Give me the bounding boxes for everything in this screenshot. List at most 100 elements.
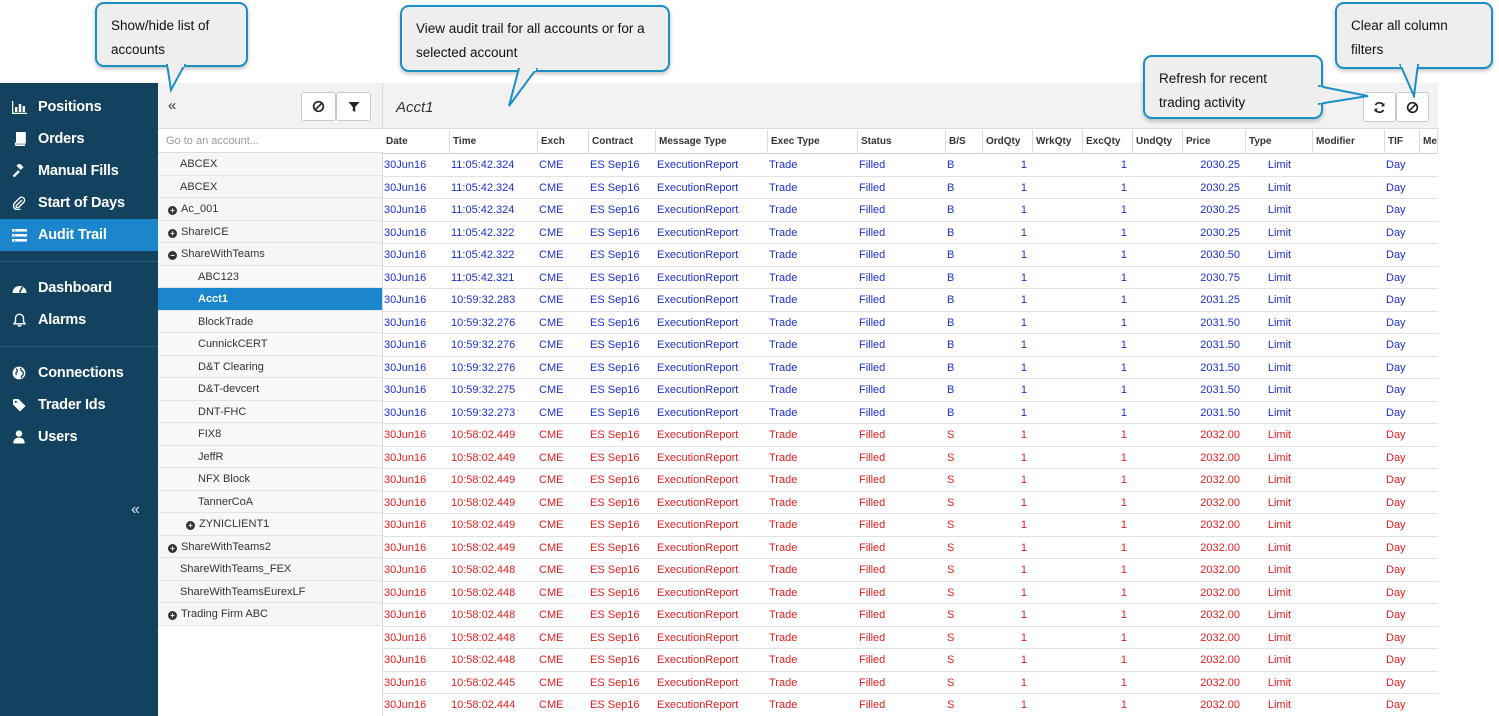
table-row[interactable]: 30Jun16 11:05:42.322 CME ES Sep16 ExecutionR… [383, 222, 1438, 244]
account-list-item[interactable]: + Ac_001 [158, 198, 382, 221]
account-list-toggle-button[interactable]: « [168, 97, 176, 114]
account-list-item[interactable]: ShareWithTeamsEurexLF [158, 580, 382, 603]
table-row[interactable]: 30Jun16 10:59:32.273 CME ES Sep16 ExecutionR… [383, 402, 1438, 424]
column-header[interactable]: Me [1420, 130, 1438, 154]
account-list-item[interactable]: + ZYNICLIENT1 [158, 513, 382, 536]
column-header[interactable]: WrkQty [1033, 130, 1083, 154]
account-list-item[interactable]: NFX Block [158, 468, 382, 491]
table-cell: B [947, 406, 955, 419]
column-header[interactable]: Message Type [656, 130, 768, 154]
table-row[interactable]: 30Jun16 10:58:02.445 CME ES Sep16 ExecutionR… [383, 672, 1438, 695]
column-header[interactable]: Price [1183, 130, 1246, 154]
sidebar-item-dashboard[interactable]: Dashboard [0, 272, 158, 304]
table-cell: 1 [1020, 226, 1027, 239]
column-header[interactable]: UndQty [1133, 130, 1183, 154]
table-row[interactable]: 30Jun16 10:58:02.448 CME ES Sep16 ExecutionR… [383, 627, 1438, 649]
account-filter-button[interactable] [336, 92, 371, 121]
collapse-icon[interactable]: − [168, 251, 177, 260]
column-header[interactable]: Exch [538, 130, 589, 154]
table-row[interactable]: 30Jun16 10:58:02.448 CME ES Sep16 ExecutionR… [383, 559, 1438, 582]
table-row[interactable]: 30Jun16 11:05:42.322 CME ES Sep16 ExecutionR… [383, 244, 1438, 267]
account-list-item[interactable]: D&T-devcert [158, 378, 382, 401]
sidebar-item-users[interactable]: Users [0, 421, 158, 453]
column-header[interactable]: Date [383, 130, 450, 154]
sidebar-item-audit-trail[interactable]: Audit Trail [0, 219, 158, 251]
column-header[interactable]: Type [1246, 130, 1313, 154]
table-cell: 2032.00 [1200, 586, 1240, 599]
table-row[interactable]: 30Jun16 10:58:02.449 CME ES Sep16 ExecutionR… [383, 424, 1438, 447]
expand-icon[interactable]: + [168, 611, 177, 620]
table-row[interactable]: 30Jun16 10:58:02.449 CME ES Sep16 ExecutionR… [383, 514, 1438, 537]
column-header[interactable]: B/S [946, 130, 983, 154]
table-cell: CME [539, 654, 564, 666]
column-header[interactable]: ExcQty [1083, 130, 1133, 154]
account-list-item[interactable]: ABCEX [158, 175, 382, 198]
table-row[interactable]: 30Jun16 10:58:02.448 CME ES Sep16 ExecutionR… [383, 582, 1438, 604]
expand-icon[interactable]: + [168, 206, 177, 215]
table-row[interactable]: 30Jun16 10:58:02.448 CME ES Sep16 ExecutionR… [383, 649, 1438, 672]
account-label: Ac_001 [181, 203, 219, 215]
table-row[interactable]: 30Jun16 10:59:32.276 CME ES Sep16 ExecutionR… [383, 357, 1438, 379]
column-header[interactable]: OrdQty [983, 130, 1033, 154]
table-cell: 30Jun16 [384, 609, 427, 621]
expand-icon[interactable]: + [186, 521, 195, 530]
sidebar-collapse-button[interactable]: « [131, 501, 140, 519]
account-list-item[interactable]: JeffR [158, 445, 382, 468]
table-row[interactable]: 30Jun16 11:05:42.324 CME ES Sep16 ExecutionR… [383, 177, 1438, 199]
sidebar-item-start-of-days[interactable]: Start of Days [0, 187, 158, 219]
account-list-item[interactable]: + ShareWithTeams2 [158, 535, 382, 558]
sidebar-item-alarms[interactable]: Alarms [0, 304, 158, 336]
sidebar-item-connections[interactable]: Connections [0, 357, 158, 389]
account-search-input[interactable] [158, 129, 383, 153]
sidebar-item-orders[interactable]: Orders [0, 123, 158, 155]
table-row[interactable]: 30Jun16 10:58:02.449 CME ES Sep16 ExecutionR… [383, 492, 1438, 514]
table-row[interactable]: 30Jun16 10:58:02.449 CME ES Sep16 ExecutionR… [383, 447, 1438, 469]
table-cell: 10:58:02.449 [451, 496, 516, 509]
account-list-item[interactable]: Acct1 [158, 288, 382, 311]
expand-icon[interactable]: + [168, 228, 177, 238]
table-row[interactable]: 30Jun16 10:59:32.276 CME ES Sep16 ExecutionR… [383, 312, 1438, 334]
expand-icon[interactable]: + [168, 543, 177, 553]
column-header[interactable]: TIF [1385, 130, 1420, 154]
table-row[interactable]: 30Jun16 11:05:42.321 CME ES Sep16 ExecutionR… [383, 267, 1438, 289]
table-cell: Day [1386, 631, 1406, 644]
account-list-item[interactable]: + Trading Firm ABC [158, 603, 382, 626]
table-row[interactable]: 30Jun16 11:05:42.324 CME ES Sep16 ExecutionR… [383, 199, 1438, 222]
table-cell: 10:58:02.449 [451, 474, 516, 486]
table-row[interactable]: 30Jun16 10:59:32.276 CME ES Sep16 ExecutionR… [383, 334, 1438, 357]
clear-account-filter-button[interactable] [301, 92, 336, 121]
table-cell [1133, 672, 1183, 695]
sidebar-item-manual-fills[interactable]: Manual Fills [0, 155, 158, 187]
table-row[interactable]: 30Jun16 11:05:42.324 CME ES Sep16 ExecutionR… [383, 154, 1438, 177]
account-list-item[interactable]: + ShareICE [158, 220, 382, 243]
sidebar-item-trader-ids[interactable]: Trader Ids [0, 389, 158, 421]
column-header[interactable]: Time [450, 130, 538, 154]
table-row[interactable]: 30Jun16 10:59:32.275 CME ES Sep16 ExecutionR… [383, 379, 1438, 402]
table-row[interactable]: 30Jun16 10:59:32.283 CME ES Sep16 ExecutionR… [383, 289, 1438, 312]
table-row[interactable]: 30Jun16 10:58:02.448 CME ES Sep16 ExecutionR… [383, 604, 1438, 627]
account-list-item[interactable]: ShareWithTeams_FEX [158, 558, 382, 581]
table-cell: 10:58:02.448 [451, 609, 516, 621]
table-row[interactable]: 30Jun16 10:58:02.449 CME ES Sep16 ExecutionR… [383, 537, 1438, 559]
column-header[interactable]: Exec Type [768, 130, 858, 154]
audit-trail-screen: Positions Orders Manual Fills Start of Days… [0, 0, 1499, 716]
column-header[interactable]: Contract [589, 130, 656, 154]
column-header[interactable]: Status [858, 130, 946, 154]
account-list-item[interactable]: − ShareWithTeams [158, 243, 382, 266]
account-list-item[interactable]: ABC123 [158, 265, 382, 288]
table-row[interactable]: 30Jun16 10:58:02.449 CME ES Sep16 ExecutionR… [383, 469, 1438, 492]
account-list-item[interactable]: ABCEX [158, 153, 382, 176]
account-label: ABC123 [198, 270, 239, 283]
sidebar-item-positions[interactable]: Positions [0, 91, 158, 123]
account-list-item[interactable]: TannerCoA [158, 490, 382, 513]
table-cell: Trade [769, 429, 798, 441]
table-cell: Filled [859, 384, 886, 396]
account-list-item[interactable]: D&T Clearing [158, 355, 382, 378]
account-list-item[interactable]: FIX8 [158, 423, 382, 446]
account-list-item[interactable]: BlockTrade [158, 310, 382, 333]
account-list-item[interactable]: CunnickCERT [158, 333, 382, 356]
table-row[interactable]: 30Jun16 10:58:02.444 CME ES Sep16 ExecutionR… [383, 694, 1438, 716]
table-cell: 1 [1120, 541, 1127, 554]
account-list-item[interactable]: DNT-FHC [158, 400, 382, 423]
column-header[interactable]: Modifier [1313, 130, 1385, 154]
